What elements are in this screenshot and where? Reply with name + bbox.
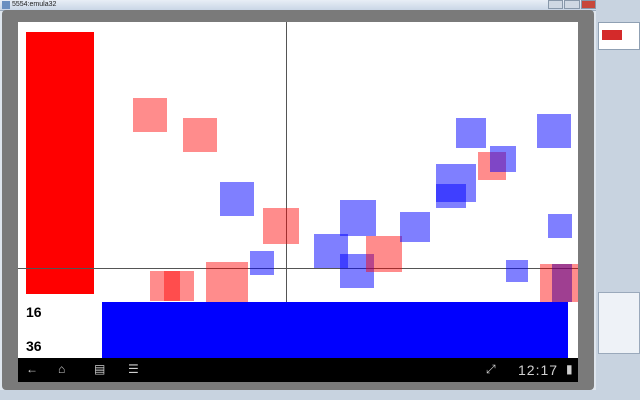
crosshair-horizontal [18,268,578,269]
counter-bottom: 36 [26,338,42,354]
host-status-strip [0,390,640,400]
blue-square [490,146,516,172]
maximize-button[interactable] [564,0,580,9]
blue-square [548,214,572,238]
blue-square [436,164,476,202]
red-square [263,208,299,244]
battery-icon: ▮ [566,362,573,376]
blue-square [537,114,571,148]
blue-square [552,264,572,302]
recent-apps-icon[interactable]: ▤ [94,363,105,375]
counter-top: 16 [26,304,42,320]
red-square [183,118,217,152]
window-title: 5554:emula32 [12,1,57,8]
window-controls [548,0,596,9]
fullscreen-icon[interactable]: ⤢ [486,363,496,375]
close-button[interactable] [580,0,596,9]
emulator-app-icon [2,1,10,9]
red-square [366,236,402,272]
blue-bar [102,302,568,358]
blue-square [506,260,528,282]
app-screen[interactable]: 16 36 [18,22,578,358]
menu-icon[interactable]: ☰ [128,363,139,375]
blue-square [340,200,376,236]
back-icon[interactable]: ← [26,363,38,375]
blue-square [456,118,486,148]
red-square [206,262,248,302]
status-time: 12:17 [518,362,559,378]
red-square [164,271,194,301]
host-side-panel [598,292,640,354]
blue-square [250,251,274,275]
red-square [133,98,167,132]
blue-square [220,182,254,216]
blue-square [400,212,430,242]
red-bar [26,32,94,294]
host-thumbnail-preview [602,30,622,40]
crosshair-vertical [286,22,287,302]
minimize-button[interactable] [548,0,564,9]
home-icon[interactable]: ⌂ [58,363,65,375]
android-nav-bar: ← ⌂ ▤ ☰ ⤢ 12:17 ▮ [18,358,578,382]
